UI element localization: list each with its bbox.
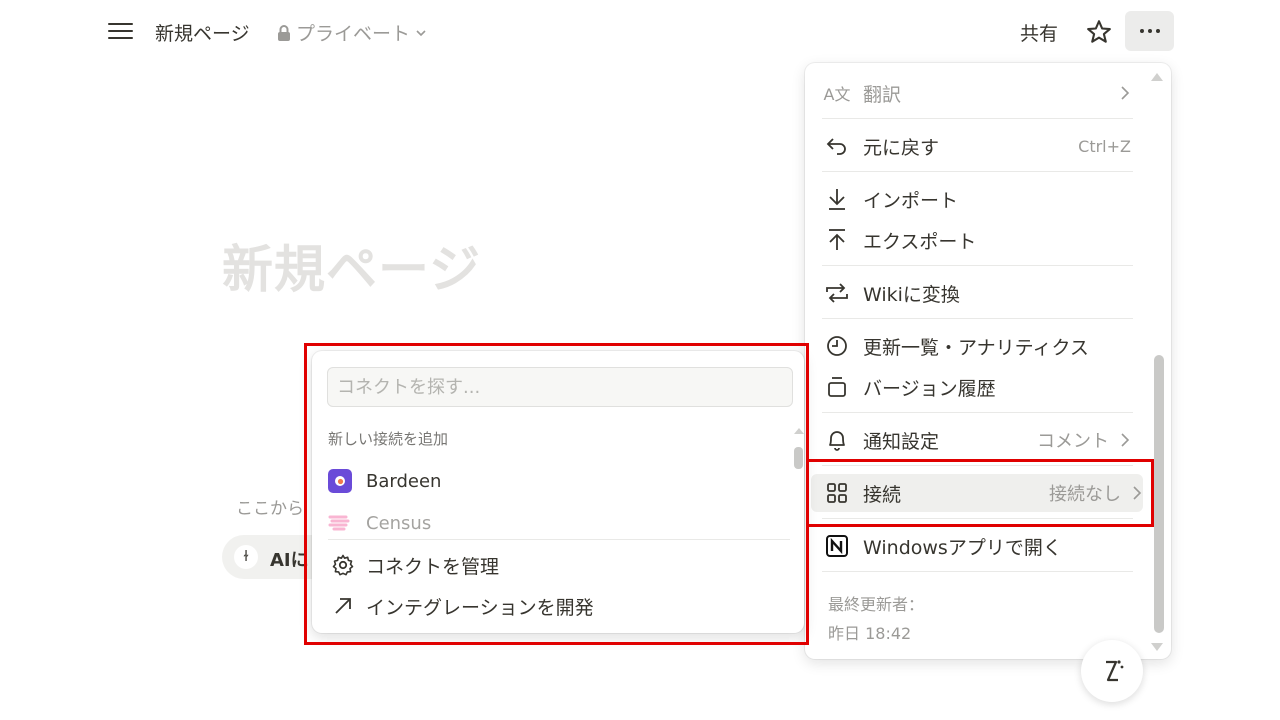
connections-popup: 新しい接続を追加 Bardeen Census コネクトを管理 インテグレーショ…	[312, 351, 804, 633]
scroll-down-arrow[interactable]	[1151, 643, 1163, 651]
menu-item-export[interactable]: エクスポート	[823, 221, 1131, 259]
gear-icon	[330, 552, 356, 578]
develop-integration-button[interactable]: インテグレーションを開発	[330, 589, 594, 623]
menu-scrollbar[interactable]	[1154, 355, 1164, 633]
manage-label: コネクトを管理	[366, 555, 500, 578]
connection-app-bardeen[interactable]: Bardeen	[328, 464, 441, 498]
popup-scrollbar[interactable]	[794, 447, 803, 469]
star-icon	[1087, 20, 1111, 43]
privacy-dropdown[interactable]: プライベート	[276, 19, 428, 46]
ai-start-label: AIに	[270, 550, 309, 571]
menu-item-label: Wikiに変換	[863, 283, 960, 306]
menu-item-label: 更新一覧・アナリティクス	[863, 336, 1089, 359]
last-edited-label: 最終更新者：	[828, 595, 925, 614]
version-history-icon	[823, 373, 851, 401]
favorite-button[interactable]	[1085, 18, 1113, 46]
menu-item-open-app[interactable]: Windowsアプリで開く	[823, 527, 1131, 565]
arrow-up-right-icon	[330, 593, 356, 619]
menu-item-label: バージョン履歴	[863, 377, 996, 400]
menu-item-import[interactable]: インポート	[823, 180, 1131, 218]
menu-item-undo[interactable]: 元に戻す Ctrl+Z	[823, 127, 1131, 165]
develop-label: インテグレーションを開発	[366, 596, 594, 619]
shortcut-label: Ctrl+Z	[1078, 136, 1131, 156]
privacy-label: プライベート	[296, 23, 411, 45]
ai-face-icon: ɫ	[234, 545, 258, 569]
app-name: Bardeen	[366, 470, 442, 492]
grid-icon	[823, 479, 851, 507]
menu-item-label: インポート	[863, 189, 959, 212]
menu-item-label: 接続	[863, 483, 902, 506]
last-edited-time: 昨日 18:42	[828, 624, 912, 643]
menu-item-label: エクスポート	[863, 230, 977, 253]
breadcrumb-page-title[interactable]: 新規ページ	[155, 19, 250, 46]
chevron-down-icon	[416, 29, 426, 36]
chevron-right-icon	[1133, 486, 1142, 500]
chevron-right-icon	[1121, 86, 1130, 100]
hamburger-icon	[108, 23, 133, 25]
notion-logo-icon	[823, 532, 851, 560]
menu-item-translate[interactable]: A文 翻訳	[823, 74, 1131, 112]
manage-connections-button[interactable]: コネクトを管理	[330, 548, 499, 582]
more-options-button[interactable]	[1125, 11, 1174, 51]
scroll-up-arrow[interactable]	[793, 427, 805, 435]
menu-item-connections[interactable]: 接続 接続なし	[811, 474, 1143, 512]
empty-page-hint: ここから	[236, 499, 304, 519]
connection-app-census[interactable]: Census	[328, 506, 431, 540]
share-button[interactable]: 共有	[1020, 19, 1058, 46]
menu-item-label: 元に戻す	[863, 136, 940, 159]
connect-value: 接続なし	[1049, 484, 1121, 505]
convert-icon	[823, 279, 851, 307]
scroll-up-arrow[interactable]	[1151, 73, 1163, 81]
chevron-right-icon	[1121, 433, 1130, 447]
ellipsis-icon	[1139, 29, 1144, 33]
menu-item-label: Windowsアプリで開く	[863, 536, 1062, 559]
census-logo-icon	[328, 511, 352, 535]
upload-icon	[823, 226, 851, 254]
ai-assistant-button[interactable]	[1081, 640, 1143, 702]
section-label: 新しい接続を追加	[328, 430, 449, 448]
app-name: Census	[366, 512, 432, 534]
download-icon	[823, 185, 851, 213]
page-options-menu: A文 翻訳 元に戻す Ctrl+Z インポート エクスポート Wikiに変換 更…	[805, 63, 1171, 659]
connection-search-input[interactable]	[327, 367, 793, 407]
menu-item-history[interactable]: バージョン履歴	[823, 368, 1131, 406]
translate-icon: A文	[823, 85, 851, 104]
menu-item-label: 翻訳	[863, 83, 902, 106]
notify-value: コメント	[1037, 431, 1109, 452]
lock-icon	[278, 24, 290, 41]
bell-icon	[823, 426, 851, 454]
menu-item-updates[interactable]: 更新一覧・アナリティクス	[823, 327, 1131, 365]
undo-icon	[823, 132, 851, 160]
menu-item-wiki[interactable]: Wikiに変換	[823, 274, 1131, 312]
clock-icon	[823, 332, 851, 360]
menu-item-label: 通知設定	[863, 430, 940, 453]
ai-face-icon	[1106, 660, 1124, 682]
sidebar-menu-button[interactable]	[108, 20, 134, 42]
bardeen-logo-icon	[328, 469, 352, 493]
menu-item-notifications[interactable]: 通知設定 コメント	[823, 421, 1131, 459]
page-heading-placeholder[interactable]: 新規ページ	[222, 228, 481, 302]
